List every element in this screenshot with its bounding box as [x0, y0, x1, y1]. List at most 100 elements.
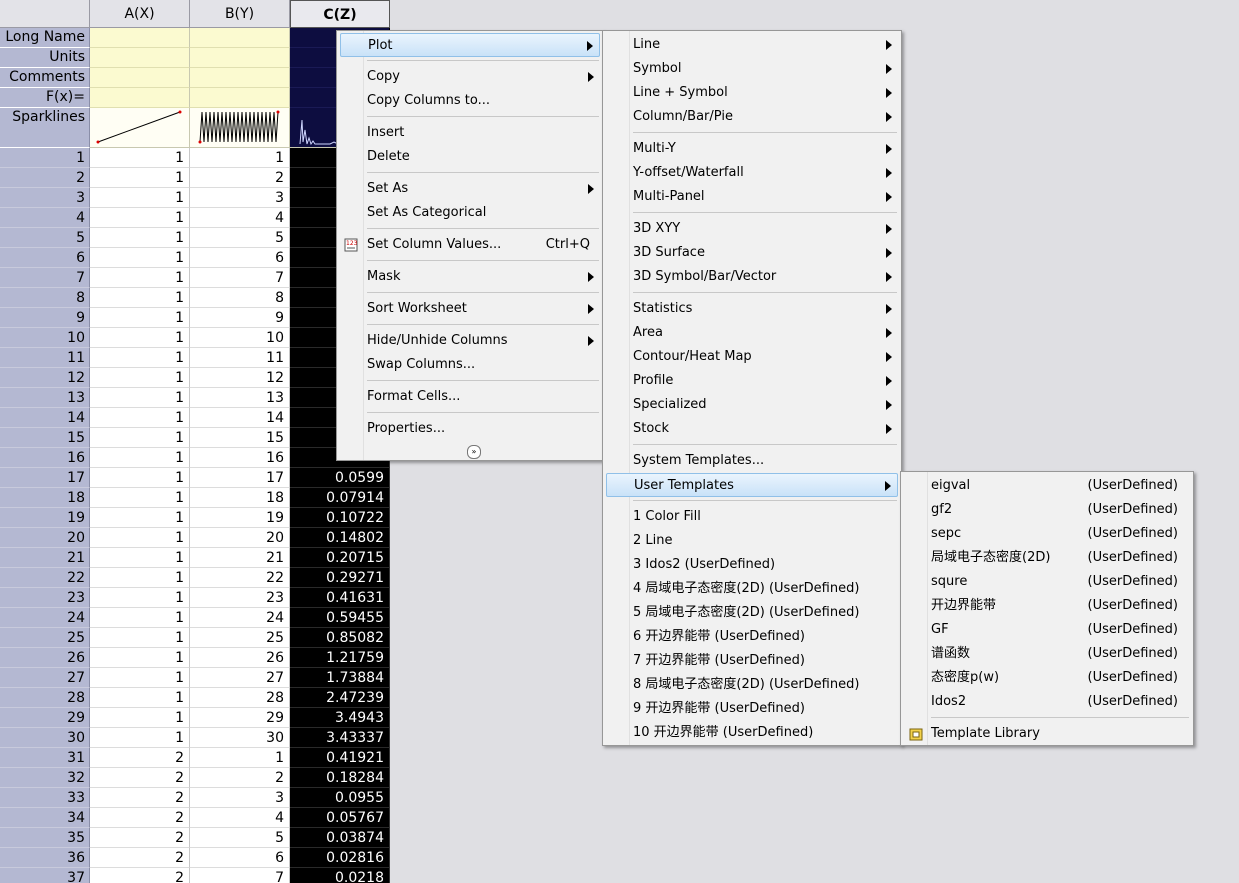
- cell-c[interactable]: 3.4943: [290, 708, 390, 728]
- plot-item-2-line[interactable]: 2 Line: [606, 529, 898, 553]
- row-number[interactable]: 30: [0, 728, 90, 748]
- plot-item-10-userdefined[interactable]: 10 开边界能带 (UserDefined): [606, 721, 898, 745]
- cell-b[interactable]: 3: [190, 188, 290, 208]
- row-number[interactable]: 5: [0, 228, 90, 248]
- row-number[interactable]: 19: [0, 508, 90, 528]
- plot-item-line-symbol[interactable]: Line + Symbol: [606, 81, 898, 105]
- plot-item-contour-heat-map[interactable]: Contour/Heat Map: [606, 345, 898, 369]
- plot-item-9-userdefined[interactable]: 9 开边界能带 (UserDefined): [606, 697, 898, 721]
- cell-b[interactable]: 11: [190, 348, 290, 368]
- template-item-eigval[interactable]: eigval (UserDefined): [904, 474, 1190, 498]
- cell-b[interactable]: 29: [190, 708, 290, 728]
- cell-b[interactable]: 7: [190, 868, 290, 883]
- plot-item-area[interactable]: Area: [606, 321, 898, 345]
- row-label-units[interactable]: Units: [0, 48, 90, 68]
- cell-a[interactable]: 1: [90, 588, 190, 608]
- row-number[interactable]: 9: [0, 308, 90, 328]
- menu-item-swap-columns[interactable]: Swap Columns...: [340, 353, 600, 377]
- cell-b[interactable]: 25: [190, 628, 290, 648]
- cell-a[interactable]: 1: [90, 328, 190, 348]
- plot-item-5-2d-userdefined[interactable]: 5 局域电子态密度(2D) (UserDefined): [606, 601, 898, 625]
- cell-a[interactable]: 1: [90, 488, 190, 508]
- row-number[interactable]: 31: [0, 748, 90, 768]
- menu-item-properties[interactable]: Properties...: [340, 417, 600, 441]
- row-number[interactable]: 4: [0, 208, 90, 228]
- expand-more-icon[interactable]: »: [467, 445, 481, 459]
- plot-item-user-templates[interactable]: User Templates: [606, 473, 898, 497]
- meta-cell[interactable]: [90, 48, 190, 68]
- template-item-sepc[interactable]: sepc (UserDefined): [904, 522, 1190, 546]
- meta-cell[interactable]: [190, 68, 290, 88]
- cell-b[interactable]: 9: [190, 308, 290, 328]
- row-number[interactable]: 13: [0, 388, 90, 408]
- template-item-gf2[interactable]: gf2 (UserDefined): [904, 498, 1190, 522]
- row-number[interactable]: 24: [0, 608, 90, 628]
- cell-b[interactable]: 4: [190, 808, 290, 828]
- meta-cell[interactable]: [90, 68, 190, 88]
- cell-b[interactable]: 7: [190, 268, 290, 288]
- corner-header[interactable]: [0, 0, 90, 28]
- cell-b[interactable]: 15: [190, 428, 290, 448]
- row-number[interactable]: 29: [0, 708, 90, 728]
- cell-c[interactable]: 0.0599: [290, 468, 390, 488]
- cell-b[interactable]: 24: [190, 608, 290, 628]
- row-label-comments[interactable]: Comments: [0, 68, 90, 88]
- cell-a[interactable]: 1: [90, 548, 190, 568]
- meta-cell[interactable]: [190, 48, 290, 68]
- row-number[interactable]: 20: [0, 528, 90, 548]
- cell-b[interactable]: 1: [190, 148, 290, 168]
- row-number[interactable]: 7: [0, 268, 90, 288]
- cell-a[interactable]: 1: [90, 368, 190, 388]
- row-number[interactable]: 18: [0, 488, 90, 508]
- column-header-b[interactable]: B(Y): [190, 0, 290, 28]
- cell-b[interactable]: 18: [190, 488, 290, 508]
- template-item-gf[interactable]: GF (UserDefined): [904, 618, 1190, 642]
- row-number[interactable]: 23: [0, 588, 90, 608]
- cell-b[interactable]: 13: [190, 388, 290, 408]
- cell-b[interactable]: 22: [190, 568, 290, 588]
- row-number[interactable]: 3: [0, 188, 90, 208]
- cell-a[interactable]: 1: [90, 408, 190, 428]
- template-item-item[interactable]: 开边界能带 (UserDefined): [904, 594, 1190, 618]
- plot-item-3d-xyy[interactable]: 3D XYY: [606, 217, 898, 241]
- menu-item-mask[interactable]: Mask: [340, 265, 600, 289]
- row-number[interactable]: 32: [0, 768, 90, 788]
- cell-a[interactable]: 1: [90, 268, 190, 288]
- cell-b[interactable]: 21: [190, 548, 290, 568]
- row-number[interactable]: 37: [0, 868, 90, 883]
- cell-c[interactable]: 0.85082: [290, 628, 390, 648]
- row-number[interactable]: 12: [0, 368, 90, 388]
- plot-item-multi-y[interactable]: Multi-Y: [606, 137, 898, 161]
- cell-a[interactable]: 1: [90, 728, 190, 748]
- cell-b[interactable]: 10: [190, 328, 290, 348]
- cell-b[interactable]: 19: [190, 508, 290, 528]
- cell-a[interactable]: 2: [90, 828, 190, 848]
- menu-item-set-as-categorical[interactable]: Set As Categorical: [340, 201, 600, 225]
- plot-item-system-templates[interactable]: System Templates...: [606, 449, 898, 473]
- cell-a[interactable]: 1: [90, 308, 190, 328]
- cell-a[interactable]: 2: [90, 848, 190, 868]
- cell-b[interactable]: 26: [190, 648, 290, 668]
- menu-item-delete[interactable]: Delete: [340, 145, 600, 169]
- cell-b[interactable]: 1: [190, 748, 290, 768]
- cell-c[interactable]: 0.14802: [290, 528, 390, 548]
- column-header-a[interactable]: A(X): [90, 0, 190, 28]
- plot-item-y-offset-waterfall[interactable]: Y-offset/Waterfall: [606, 161, 898, 185]
- plot-item-multi-panel[interactable]: Multi-Panel: [606, 185, 898, 209]
- cell-c[interactable]: 0.41921: [290, 748, 390, 768]
- cell-c[interactable]: 0.0218: [290, 868, 390, 883]
- template-item-squre[interactable]: squre (UserDefined): [904, 570, 1190, 594]
- cell-a[interactable]: 1: [90, 228, 190, 248]
- meta-cell[interactable]: [90, 28, 190, 48]
- cell-a[interactable]: 1: [90, 688, 190, 708]
- plot-item-specialized[interactable]: Specialized: [606, 393, 898, 417]
- plot-item-4-2d-userdefined[interactable]: 4 局域电子态密度(2D) (UserDefined): [606, 577, 898, 601]
- cell-b[interactable]: 6: [190, 848, 290, 868]
- row-number[interactable]: 27: [0, 668, 90, 688]
- menu-item-insert[interactable]: Insert: [340, 121, 600, 145]
- cell-c[interactable]: 0.02816: [290, 848, 390, 868]
- cell-c[interactable]: 0.05767: [290, 808, 390, 828]
- menu-item-plot[interactable]: Plot: [340, 33, 600, 57]
- cell-a[interactable]: 2: [90, 748, 190, 768]
- column-header-c-selected[interactable]: C(Z): [290, 0, 390, 28]
